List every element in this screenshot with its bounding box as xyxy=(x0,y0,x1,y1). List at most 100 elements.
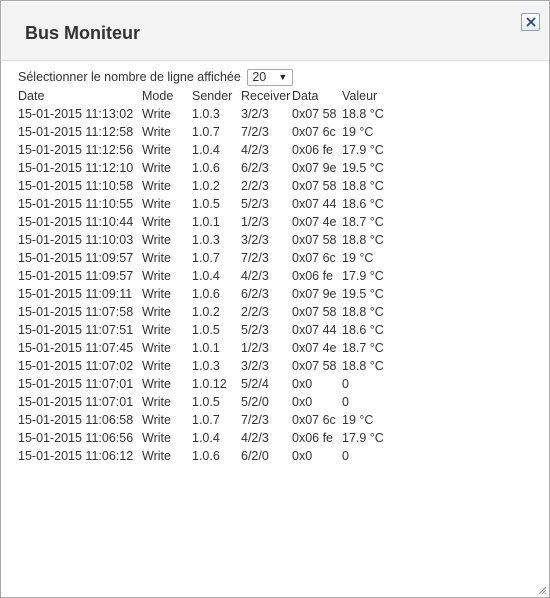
cell-receiver: 2/2/3 xyxy=(241,305,269,319)
table-row: 15-01-2015 11:13:02 Write 1.0.3 3/2/3 0x07 5… xyxy=(18,105,402,123)
cell-value: 19 °C xyxy=(342,125,374,139)
cell-data: 0x0 xyxy=(292,377,313,391)
cell-date: 15-01-2015 11:06:56 xyxy=(18,431,134,445)
cell-sender: 1.0.4 xyxy=(192,143,220,157)
cell-date: 15-01-2015 11:09:57 xyxy=(18,251,134,265)
cell-value: 17.9 °C xyxy=(342,143,384,157)
cell-sender: 1.0.5 xyxy=(192,323,220,337)
cell-sender: 1.0.3 xyxy=(192,107,220,121)
cell-receiver: 5/2/0 xyxy=(241,395,269,409)
cell-value: 18.6 °C xyxy=(342,323,384,337)
cell-date: 15-01-2015 11:10:44 xyxy=(18,215,134,229)
cell-date: 15-01-2015 11:06:12 xyxy=(18,449,134,463)
cell-date: 15-01-2015 11:12:58 xyxy=(18,125,134,139)
table-row: 15-01-2015 11:09:57 Write 1.0.7 7/2/3 0x07 6… xyxy=(18,249,402,267)
table-row: 15-01-2015 11:06:56 Write 1.0.4 4/2/3 0x06 f… xyxy=(18,429,402,447)
cell-data: 0x07 58 xyxy=(292,107,337,121)
cell-date: 15-01-2015 11:13:02 xyxy=(18,107,134,121)
cell-date: 15-01-2015 11:09:11 xyxy=(18,287,133,301)
table-row: 15-01-2015 11:06:12 Write 1.0.6 6/2/0 0x0 0 xyxy=(18,447,402,465)
cell-date: 15-01-2015 11:10:55 xyxy=(18,197,134,211)
table-row: 15-01-2015 11:09:57 Write 1.0.4 4/2/3 0x06 f… xyxy=(18,267,402,285)
cell-value: 17.9 °C xyxy=(342,269,384,283)
dialog-titlebar[interactable]: Bus Moniteur xyxy=(2,2,548,61)
header-value: Valeur xyxy=(342,89,378,103)
cell-value: 17.9 °C xyxy=(342,431,384,445)
cell-value: 18.8 °C xyxy=(342,305,384,319)
table-row: 15-01-2015 11:09:11 Write 1.0.6 6/2/3 0x07 9… xyxy=(18,285,402,303)
cell-mode: Write xyxy=(142,233,171,247)
line-count-value: 20 xyxy=(252,70,267,85)
bus-monitor-dialog: Bus Moniteur Sélectionner le nombre de l… xyxy=(0,0,550,598)
cell-sender: 1.0.5 xyxy=(192,395,220,409)
cell-sender: 1.0.7 xyxy=(192,251,220,265)
cell-date: 15-01-2015 11:10:03 xyxy=(18,233,134,247)
cell-value: 19 °C xyxy=(342,251,374,265)
cell-mode: Write xyxy=(142,323,171,337)
cell-sender: 1.0.6 xyxy=(192,287,220,301)
cell-mode: Write xyxy=(142,269,171,283)
dropdown-arrow-icon: ▼ xyxy=(278,72,288,83)
cell-receiver: 6/2/0 xyxy=(241,449,269,463)
cell-value: 18.7 °C xyxy=(342,341,384,355)
cell-data: 0x06 fe xyxy=(292,431,334,445)
cell-data: 0x07 58 xyxy=(292,233,337,247)
cell-mode: Write xyxy=(142,125,171,139)
cell-mode: Write xyxy=(142,287,171,301)
table-row: 15-01-2015 11:07:51 Write 1.0.5 5/2/3 0x07 4… xyxy=(18,321,402,339)
cell-mode: Write xyxy=(142,107,171,121)
cell-data: 0x07 44 xyxy=(292,323,337,337)
table-row: 15-01-2015 11:07:01 Write 1.0.5 5/2/0 0x0 0 xyxy=(18,393,402,411)
cell-mode: Write xyxy=(142,161,171,175)
cell-mode: Write xyxy=(142,377,171,391)
cell-mode: Write xyxy=(142,305,171,319)
cell-sender: 1.0.4 xyxy=(192,269,220,283)
cell-date: 15-01-2015 11:07:58 xyxy=(18,305,134,319)
cell-data: 0x0 xyxy=(292,449,313,463)
cell-receiver: 3/2/3 xyxy=(241,233,269,247)
cell-data: 0x07 6c xyxy=(292,413,336,427)
cell-data: 0x07 58 xyxy=(292,179,337,193)
line-count-select[interactable]: 20 ▼ xyxy=(247,69,294,87)
table-row: 15-01-2015 11:10:58 Write 1.0.2 2/2/3 0x07 5… xyxy=(18,177,402,195)
cell-value: 0 xyxy=(342,449,349,463)
cell-mode: Write xyxy=(142,143,171,157)
cell-data: 0x06 fe xyxy=(292,143,334,157)
table-row: 15-01-2015 11:10:44 Write 1.0.1 1/2/3 0x07 4… xyxy=(18,213,402,231)
cell-date: 15-01-2015 11:10:58 xyxy=(18,179,134,193)
cell-sender: 1.0.7 xyxy=(192,413,220,427)
table-row: 15-01-2015 11:12:10 Write 1.0.6 6/2/3 0x07 9… xyxy=(18,159,402,177)
cell-receiver: 6/2/3 xyxy=(241,161,269,175)
cell-value: 0 xyxy=(342,377,349,391)
cell-date: 15-01-2015 11:06:58 xyxy=(18,413,134,427)
cell-receiver: 1/2/3 xyxy=(241,341,269,355)
cell-receiver: 4/2/3 xyxy=(241,431,269,445)
cell-data: 0x07 6c xyxy=(292,251,336,265)
cell-mode: Write xyxy=(142,197,171,211)
cell-value: 19.5 °C xyxy=(342,161,384,175)
cell-mode: Write xyxy=(142,341,171,355)
cell-sender: 1.0.2 xyxy=(192,179,220,193)
table-row: 15-01-2015 11:07:02 Write 1.0.3 3/2/3 0x07 5… xyxy=(18,357,402,375)
cell-date: 15-01-2015 11:12:10 xyxy=(18,161,134,175)
cell-value: 18.8 °C xyxy=(342,359,384,373)
cell-data: 0x07 9e xyxy=(292,161,337,175)
cell-value: 18.6 °C xyxy=(342,197,384,211)
line-count-selector-row: Sélectionner le nombre de ligne affichée… xyxy=(18,68,402,87)
cell-receiver: 5/2/3 xyxy=(241,323,269,337)
cell-data: 0x07 4e xyxy=(292,341,337,355)
cell-sender: 1.0.2 xyxy=(192,305,220,319)
line-count-label: Sélectionner le nombre de ligne affichée xyxy=(18,70,241,85)
resize-grip-icon[interactable] xyxy=(537,585,547,595)
cell-data: 0x07 6c xyxy=(292,125,336,139)
close-button[interactable] xyxy=(521,13,540,31)
cell-value: 18.8 °C xyxy=(342,107,384,121)
cell-sender: 1.0.12 xyxy=(192,377,227,391)
cell-mode: Write xyxy=(142,215,171,229)
cell-date: 15-01-2015 11:07:02 xyxy=(18,359,134,373)
cell-receiver: 4/2/3 xyxy=(241,269,269,283)
header-date: Date xyxy=(18,89,45,103)
cell-receiver: 4/2/3 xyxy=(241,143,269,157)
table-row: 15-01-2015 11:07:58 Write 1.0.2 2/2/3 0x07 5… xyxy=(18,303,402,321)
header-mode: Mode xyxy=(142,89,174,103)
